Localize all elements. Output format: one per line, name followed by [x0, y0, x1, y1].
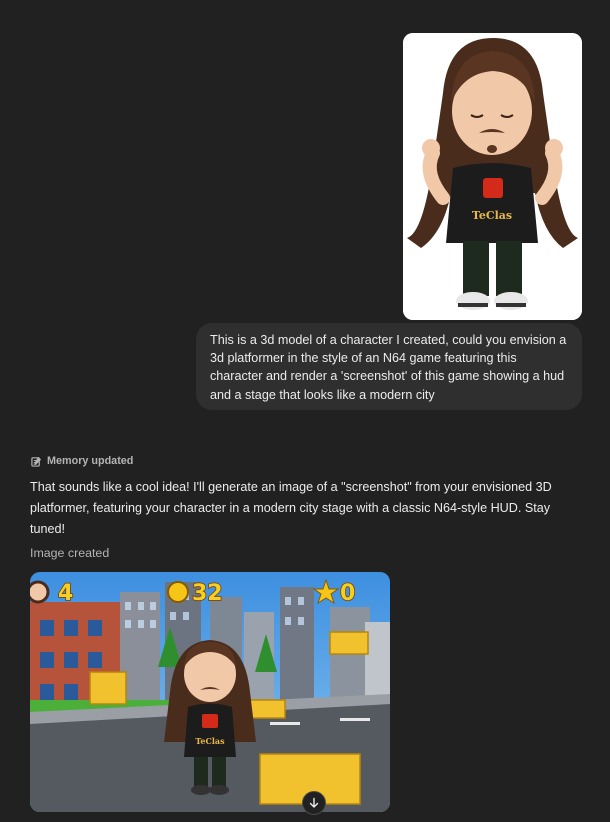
game-shirt-text: TeClas — [195, 736, 225, 746]
memory-updated-indicator[interactable]: Memory updated — [31, 453, 133, 469]
scroll-to-bottom-button[interactable] — [302, 791, 326, 815]
memory-updated-label: Memory updated — [47, 455, 134, 467]
character-model-illustration: TeClas — [403, 33, 582, 320]
game-screenshot-illustration: TeClas 4 32 0 — [30, 572, 390, 812]
hud-lives-count: 4 — [58, 581, 73, 606]
arrow-down-icon — [309, 797, 319, 808]
user-message-text: This is a 3d model of a character I crea… — [210, 333, 567, 402]
image-created-label: Image created — [30, 546, 110, 560]
hud-star-count: 0 — [340, 581, 355, 606]
chat-window: TeClas This is a 3d model of a character… — [0, 0, 610, 822]
hud-coin-count: 32 — [192, 581, 223, 606]
shirt-text: TeClas — [472, 209, 512, 222]
user-message-bubble: This is a 3d model of a character I crea… — [196, 323, 582, 410]
assistant-message-text: That sounds like a cool idea! I'll gener… — [30, 480, 552, 536]
generated-game-screenshot[interactable]: TeClas 4 32 0 — [30, 572, 390, 812]
user-uploaded-image[interactable]: TeClas — [403, 33, 582, 320]
memory-icon — [31, 456, 42, 467]
